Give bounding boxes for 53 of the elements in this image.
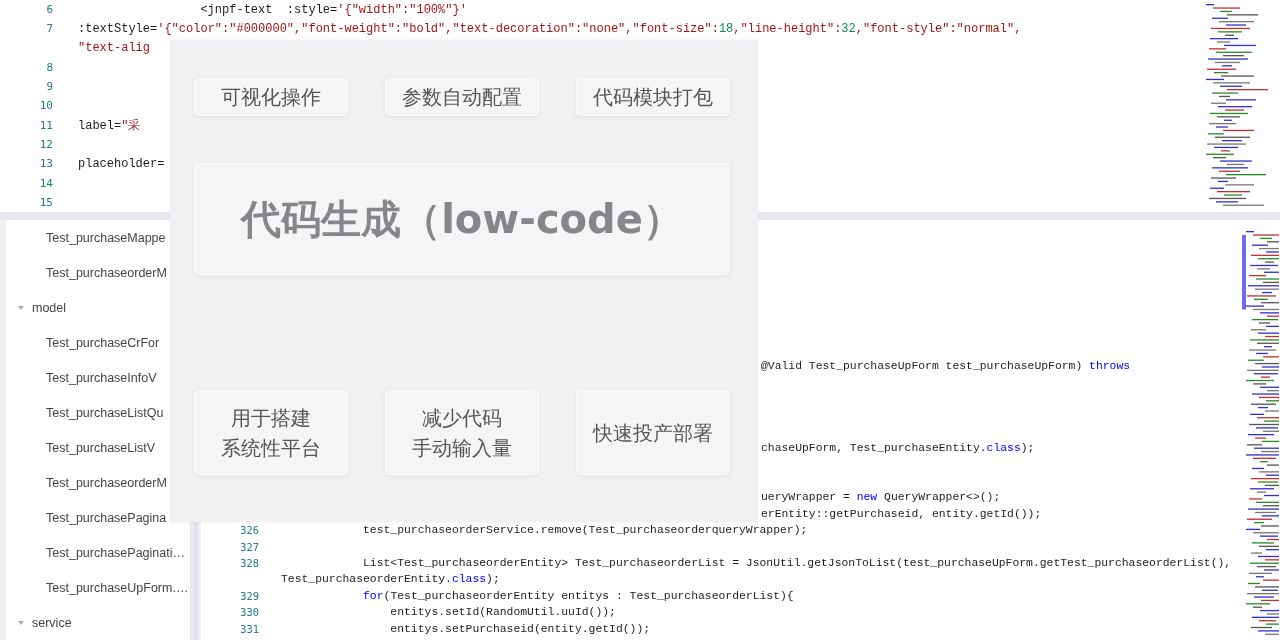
tree-item[interactable]: Test_purchaseMappe: [46, 230, 166, 245]
line-number: 15: [38, 195, 53, 209]
feature-text: 快速投产部署: [593, 419, 713, 447]
code-line: chaseUpForm, Test_purchaseEntity.class);: [761, 442, 1035, 455]
line-number: 328: [239, 557, 259, 569]
line-number: 10: [38, 99, 53, 113]
tree-item[interactable]: Test_purchaseorderM: [46, 265, 167, 280]
line-number: 8: [45, 60, 53, 74]
feature-text: 减少代码: [422, 404, 502, 432]
code-line: @Valid Test_purchaseUpForm test_purchaseUpForm) throws: [761, 360, 1131, 373]
line-number: 9: [45, 80, 53, 94]
code-line: :textStyle='{"color":"#000000","font-weight":"bold","text-decoration":"none","font-size":18,"line-height":32,"font-style":"normal",: [78, 21, 1022, 36]
feature-text: 手动输入量: [412, 434, 512, 462]
code-line: entitys.setId(RandomUtil.uuId());: [389, 606, 616, 619]
tree-item[interactable]: Test_purchaseInfoV: [46, 370, 157, 385]
code-line: label="采: [78, 117, 141, 134]
folder-name: model: [32, 300, 67, 315]
feature-text: 用于搭建: [231, 404, 311, 432]
feature-card: 参数自动配置: [385, 78, 539, 116]
line-number: 12: [38, 138, 53, 151]
line-number: 329: [239, 589, 259, 602]
line-number: 326: [239, 524, 259, 537]
code-line: Test_purchaseorderEntity.class);: [281, 573, 500, 586]
tree-item[interactable]: Test_purchaseListQu: [46, 405, 164, 420]
code-line: for(Test_purchaseorderEntity entitys : Test_purchaseorderList){: [362, 589, 794, 602]
line-number: 330: [239, 606, 259, 619]
feature-card: 可视化操作: [194, 78, 348, 116]
tree-folder[interactable]: service: [6, 605, 190, 640]
code-line: ueryWrapper = new QueryWrapper<>();: [761, 491, 1001, 504]
code-line: erEntity::getPurchaseid, entity.getId());: [761, 507, 1042, 520]
folder-name: service: [32, 615, 72, 630]
tree-item[interactable]: Test_purchaseListV: [46, 440, 156, 455]
line-number: 6: [45, 3, 53, 17]
tree-item[interactable]: Test_purchaseUpForm.…: [46, 580, 189, 595]
tree-item[interactable]: Test_purchaseCrFor: [46, 335, 160, 350]
feature-text: 系统性平台: [221, 434, 321, 462]
line-number: 11: [38, 118, 53, 132]
headline: 代码生成（low-code）: [194, 163, 730, 275]
line-number: 13: [38, 157, 53, 171]
line-number: 14: [38, 176, 53, 190]
line-number: 331: [239, 622, 259, 635]
tree-item[interactable]: Test_purchasePagina: [46, 510, 167, 525]
code-line: entitys.setPurchaseid(entity.getId());: [389, 622, 651, 635]
code-line: <jnpf-text :style='{"width":"100%"}': [199, 2, 467, 17]
code-line: List<Test_purchaseorderEntity> Test_purchaseorderList = JsonUtil.getJsonToList(test_purchaseUpForm.getTest_purchaseorderList(),: [362, 557, 1232, 569]
tree-item[interactable]: Test_purchasePaginati…: [46, 545, 185, 560]
feature-card: 代码模块打包: [576, 78, 730, 116]
line-number: 327: [239, 540, 259, 553]
code-line: "text-alig: [78, 41, 150, 56]
code-line: placeholder=: [78, 156, 165, 171]
code-line: test_purchaseorderService.remove(Test_purchaseorderqueryWrapper);: [362, 524, 808, 537]
line-number: 7: [45, 22, 53, 36]
tree-item[interactable]: Test_purchaseorderM: [46, 475, 167, 490]
